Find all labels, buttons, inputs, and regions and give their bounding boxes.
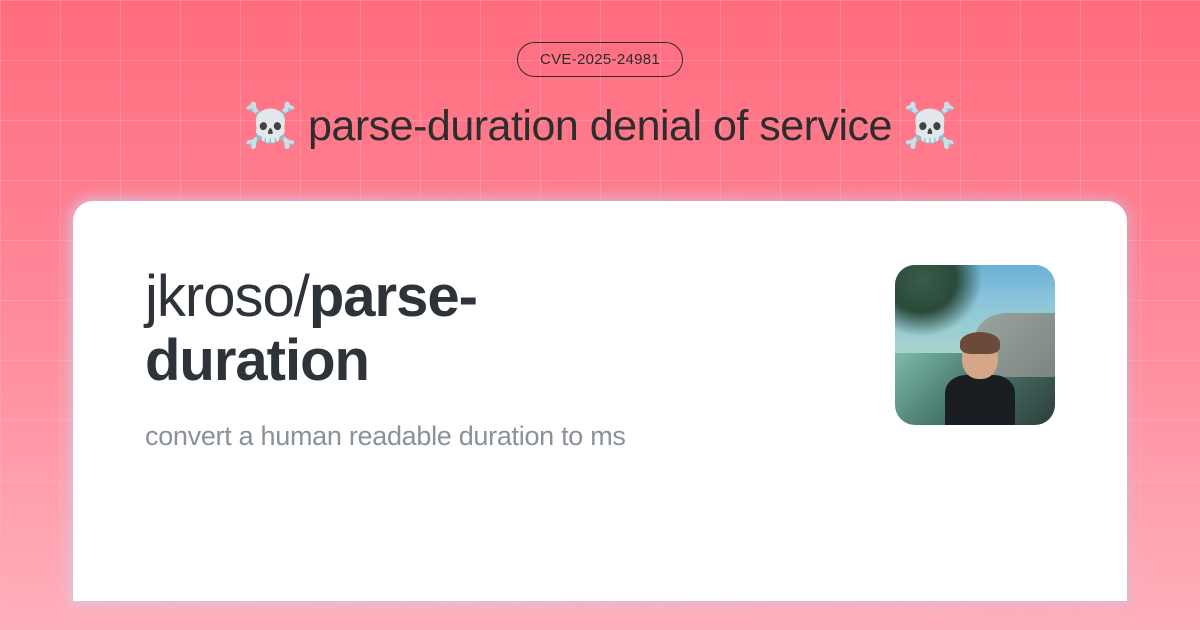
avatar xyxy=(895,265,1055,425)
repo-owner: jkroso xyxy=(145,264,294,329)
avatar-hair xyxy=(960,332,1000,354)
repo-card: jkroso/parse- duration convert a human re… xyxy=(73,201,1127,601)
avatar-person xyxy=(940,337,1020,425)
repo-separator: / xyxy=(294,264,309,329)
vulnerability-title: ☠️ parse-duration denial of service ☠️ xyxy=(244,101,957,151)
avatar-foliage xyxy=(895,265,983,337)
card-wrapper: jkroso/parse- duration convert a human re… xyxy=(73,201,1127,601)
avatar-body xyxy=(945,375,1015,425)
repo-name-part1: parse xyxy=(309,264,459,329)
repo-name-part2: duration xyxy=(145,328,369,393)
repo-name-hyphen: - xyxy=(459,264,477,329)
cve-id-text: CVE-2025-24981 xyxy=(540,51,660,68)
card-text-section: jkroso/parse- duration convert a human re… xyxy=(145,265,855,561)
repo-description: convert a human readable duration to ms xyxy=(145,421,855,452)
content-container: CVE-2025-24981 ☠️ parse-duration denial … xyxy=(0,0,1200,630)
cve-badge: CVE-2025-24981 xyxy=(517,42,683,77)
repo-title: jkroso/parse- duration xyxy=(145,265,855,393)
